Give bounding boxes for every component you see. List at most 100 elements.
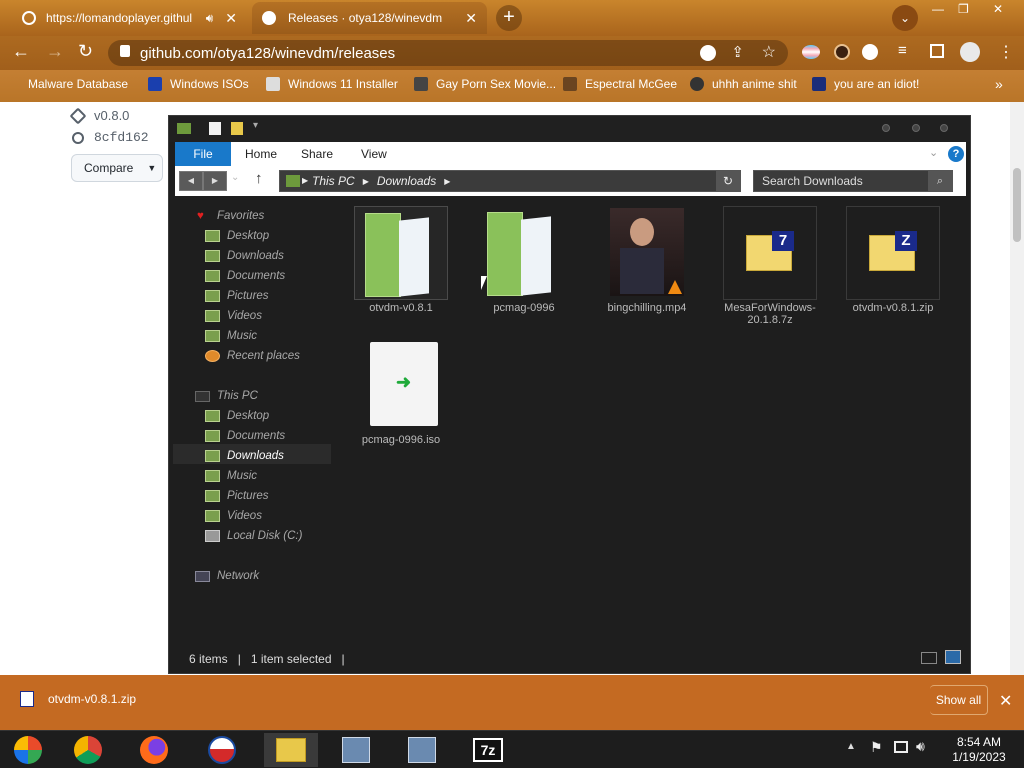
bookmark-malware-database[interactable]: Malware Database — [12, 77, 128, 91]
nav-pc-desktop[interactable]: Desktop — [205, 410, 269, 422]
media-icon[interactable]: ≡ — [898, 42, 907, 59]
release-tag[interactable]: v0.8.0 — [69, 107, 129, 124]
commit-link[interactable]: 8cfd162 — [72, 130, 149, 145]
clock[interactable]: 8:54 AM 1/19/2023 — [946, 735, 1012, 765]
close-tab-icon[interactable]: ✕ — [465, 10, 477, 27]
bookmark-windows-isos[interactable]: Windows ISOs — [148, 77, 249, 91]
scrollbar-thumb[interactable] — [1013, 168, 1021, 242]
nav-fav-downloads[interactable]: Downloads — [205, 250, 284, 262]
nav-fav-desktop[interactable]: Desktop — [205, 230, 269, 242]
action-center-flag-icon[interactable]: ⚑ — [870, 739, 883, 756]
nav-pc-local-disk[interactable]: Local Disk (C:) — [205, 530, 302, 542]
nav-this-pc[interactable]: This PC — [195, 390, 258, 402]
taskbar-app-1[interactable] — [330, 733, 382, 767]
extension-flag-icon[interactable] — [802, 45, 820, 59]
file-item[interactable]: otvdm-v0.8.1 — [349, 206, 453, 314]
close-tab-icon[interactable]: ✕ — [225, 10, 237, 27]
taskbar-obama[interactable] — [196, 733, 248, 767]
search-icon[interactable]: ⌕ — [928, 171, 952, 191]
nav-network[interactable]: Network — [195, 570, 259, 582]
file-explorer-window[interactable]: ▾ File Home Share View ⌄ ? ◀ ▶ ⌄ ↑ ▶ Thi… — [168, 115, 971, 674]
taskbar-firefox[interactable] — [128, 733, 180, 767]
start-button[interactable] — [2, 733, 54, 767]
back-button[interactable]: ◀ — [179, 171, 203, 191]
compare-button[interactable]: Compare ▼ — [71, 154, 163, 182]
breadcrumb[interactable]: ▶ This PC ▶ Downloads ▶ ↻ — [279, 170, 741, 192]
tab-releases[interactable]: Releases · otya128/winevdm ✕ — [252, 2, 487, 34]
nav-favorites[interactable]: ♥ Favorites — [197, 210, 264, 222]
show-all-button[interactable]: Show all — [930, 685, 988, 715]
new-folder-icon[interactable] — [231, 122, 243, 135]
more-bookmarks-icon[interactable]: » — [995, 76, 1003, 92]
nav-fav-videos[interactable]: Videos — [205, 310, 262, 322]
explorer-titlebar[interactable]: ▾ — [169, 116, 970, 142]
taskbar-app-2[interactable] — [396, 733, 448, 767]
download-item[interactable]: otvdm-v0.8.1.zip — [20, 691, 136, 707]
tab-search-button[interactable]: ⌄ — [892, 5, 918, 31]
tab-lomandoplayer[interactable]: https://lomandoplayer.githul 🔊︎ ✕ — [12, 2, 247, 34]
tray-overflow-icon[interactable]: ▲ — [846, 741, 856, 752]
forward-button[interactable]: ▶ — [203, 171, 227, 191]
up-icon[interactable]: ↑ — [255, 170, 263, 187]
google-icon[interactable] — [700, 45, 716, 61]
address-bar[interactable]: github.com/otya128/winevdm/releases ⇪ ☆ — [108, 40, 788, 66]
bookmark-star-icon[interactable]: ☆ — [762, 42, 776, 62]
new-tab-button[interactable]: + — [496, 5, 522, 31]
details-view-icon[interactable] — [921, 652, 937, 664]
reload-icon[interactable]: ↻ — [78, 41, 93, 62]
close-window-icon[interactable]: ✕ — [993, 2, 1003, 16]
extension-icon[interactable] — [862, 44, 878, 60]
bookmark-anime[interactable]: uhhh anime shit — [690, 77, 797, 91]
nav-fav-documents[interactable]: Documents — [205, 270, 285, 282]
extension-avatar-icon[interactable] — [834, 44, 850, 60]
bookmark-espectral-mcgee[interactable]: Espectral McGee — [563, 77, 677, 91]
back-icon[interactable]: ← — [12, 41, 30, 62]
refresh-icon[interactable]: ↻ — [716, 171, 740, 191]
file-item[interactable]: 7 MesaForWindows-20.1.8.7z — [718, 206, 822, 326]
tab-view[interactable]: View — [361, 142, 387, 166]
profile-icon[interactable] — [960, 42, 980, 62]
recent-locations-icon[interactable]: ⌄ — [231, 172, 239, 183]
nav-fav-music[interactable]: Music — [205, 330, 257, 342]
nav-pc-downloads[interactable]: Downloads — [205, 450, 284, 462]
properties-icon[interactable] — [209, 122, 221, 135]
breadcrumb-downloads[interactable]: Downloads — [377, 174, 436, 188]
share-icon[interactable]: ⇪ — [731, 43, 744, 61]
restore-icon[interactable]: ❐ — [958, 2, 969, 16]
page-scrollbar[interactable] — [1010, 102, 1024, 675]
nav-pc-documents[interactable]: Documents — [205, 430, 285, 442]
large-icons-view-icon[interactable] — [945, 650, 961, 664]
taskbar-explorer[interactable] — [264, 733, 318, 767]
maximize-dot-icon[interactable] — [912, 124, 920, 132]
customize-icon[interactable]: ▾ — [253, 120, 258, 131]
nav-pc-videos[interactable]: Videos — [205, 510, 262, 522]
bookmark-gay-porn[interactable]: Gay Porn Sex Movie... — [414, 77, 556, 91]
expand-ribbon-icon[interactable]: ⌄ — [929, 146, 938, 159]
bookmark-windows-11-installer[interactable]: Windows 11 Installer — [266, 77, 398, 91]
tab-share[interactable]: Share — [301, 142, 333, 166]
taskbar-7zip[interactable]: 7z — [462, 733, 514, 767]
volume-icon[interactable]: 🔊︎ — [916, 738, 925, 755]
nav-fav-pictures[interactable]: Pictures — [205, 290, 269, 302]
close-shelf-icon[interactable]: ✕ — [999, 691, 1012, 711]
file-item[interactable]: ➜ pcmag-0996.iso — [349, 338, 453, 446]
nav-fav-recent-places[interactable]: Recent places — [205, 350, 300, 362]
tab-file[interactable]: File — [175, 142, 231, 166]
nav-pc-pictures[interactable]: Pictures — [205, 490, 269, 502]
sidepanel-icon[interactable] — [930, 44, 944, 58]
file-item[interactable]: bingchilling.mp4 — [595, 206, 699, 314]
speaker-icon[interactable]: 🔊︎ — [206, 11, 214, 26]
bookmark-you-are-an-idiot[interactable]: you are an idiot! — [812, 77, 919, 91]
taskbar-chrome[interactable] — [62, 733, 114, 767]
help-icon[interactable]: ? — [948, 146, 964, 162]
minimize-dot-icon[interactable] — [882, 124, 890, 132]
tab-home[interactable]: Home — [245, 142, 277, 166]
file-item[interactable]: Z otvdm-v0.8.1.zip — [841, 206, 945, 314]
breadcrumb-this-pc[interactable]: This PC — [312, 174, 355, 188]
file-item[interactable]: pcmag-0996 — [472, 206, 576, 314]
search-box[interactable]: Search Downloads ⌕ — [753, 170, 953, 192]
close-dot-icon[interactable] — [940, 124, 948, 132]
minimize-icon[interactable]: — — [932, 2, 944, 16]
menu-icon[interactable]: ⋮ — [998, 42, 1014, 62]
nav-pc-music[interactable]: Music — [205, 470, 257, 482]
